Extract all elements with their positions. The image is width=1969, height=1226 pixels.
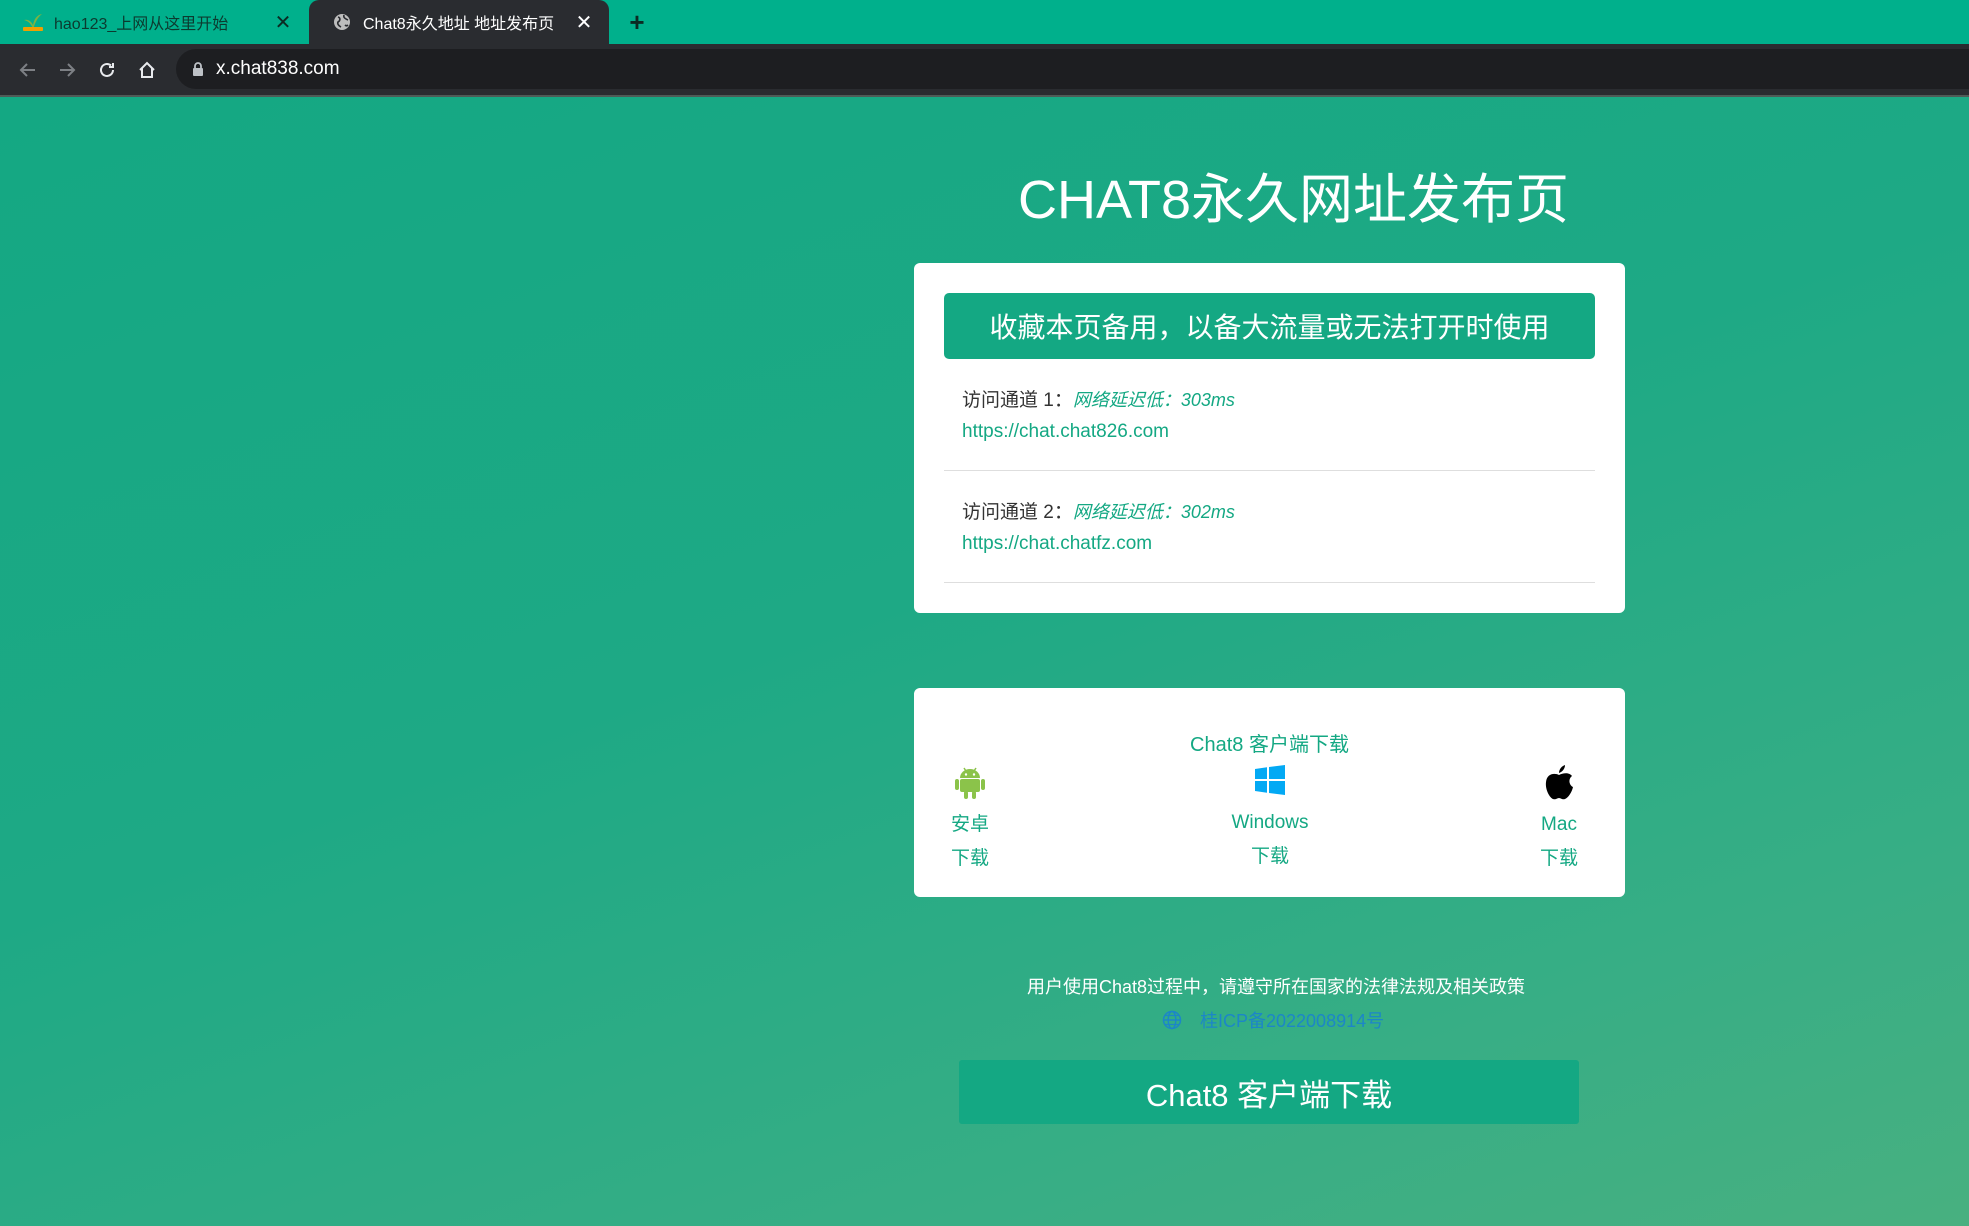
download-card: Chat8 客户端下载 安卓 下载 Windows 下载 Mac 下载 <box>914 688 1625 897</box>
channel-label: 访问通道 1： <box>962 390 1073 411</box>
bookmark-banner: 收藏本页备用，以备大流量或无法打开时使用 <box>944 293 1595 359</box>
reload-button[interactable] <box>91 54 123 86</box>
tab-title: Chat8永久地址 地址发布页 <box>363 16 555 33</box>
windows-download[interactable]: Windows 下载 <box>1224 762 1316 874</box>
address-bar[interactable]: x.chat838.com <box>176 49 1969 89</box>
browser-toolbar: x.chat838.com <box>0 44 1969 95</box>
new-tab-button[interactable]: + <box>622 7 652 37</box>
channel-label: 访问通道 2： <box>962 502 1073 523</box>
globe-favicon <box>331 11 353 33</box>
close-icon[interactable]: ✕ <box>270 9 296 35</box>
channel-item: 访问通道 1：网络延迟低：303ms https://chat.chat826.… <box>944 359 1595 471</box>
apple-icon <box>1544 764 1574 800</box>
globe-icon <box>1162 1010 1182 1030</box>
close-icon[interactable]: ✕ <box>571 9 597 35</box>
reload-icon <box>100 62 114 77</box>
home-icon <box>139 61 155 78</box>
arrow-right-icon <box>60 63 76 77</box>
client-download-button[interactable]: Chat8 客户端下载 <box>959 1060 1579 1124</box>
channel-latency: 网络延迟低：302ms <box>1072 502 1235 522</box>
icp-record-link[interactable]: 桂ICP备2022008914号 <box>1162 1007 1384 1033</box>
download-action: 下载 <box>950 848 989 869</box>
channel-link[interactable]: https://chat.chat826.com <box>962 421 1169 443</box>
channel-header: 访问通道 1：网络延迟低：303ms <box>962 385 1235 412</box>
download-action: 下载 <box>1539 848 1578 869</box>
page-title: CHAT8永久网址发布页 <box>1018 170 1570 230</box>
download-title: Chat8 客户端下载 <box>1190 734 1349 756</box>
home-button[interactable] <box>131 54 163 86</box>
url-text: x.chat838.com <box>216 58 340 79</box>
lock-icon[interactable] <box>192 62 204 76</box>
download-name: 安卓 <box>950 814 989 835</box>
channel-header: 访问通道 2：网络延迟低：302ms <box>962 497 1235 524</box>
channel-latency: 网络延迟低：303ms <box>1072 390 1235 410</box>
channel-link[interactable]: https://chat.chatfz.com <box>962 533 1152 555</box>
hao123-favicon <box>22 11 44 33</box>
android-icon <box>955 764 985 800</box>
tab-strip: hao123_上网从这里开始 ✕ Chat8永久地址 地址发布页 ✕ + <box>0 0 1969 44</box>
channels-card: 收藏本页备用，以备大流量或无法打开时使用 访问通道 1：网络延迟低：303ms … <box>914 263 1625 613</box>
tab-hao123[interactable]: hao123_上网从这里开始 ✕ <box>0 0 308 44</box>
tab-chat8[interactable]: Chat8永久地址 地址发布页 ✕ <box>309 0 609 44</box>
download-name: Mac <box>1541 814 1577 835</box>
forward-button[interactable] <box>51 54 83 86</box>
download-action: 下载 <box>1250 846 1289 867</box>
back-button[interactable] <box>12 54 44 86</box>
android-download[interactable]: 安卓 下载 <box>950 764 990 876</box>
windows-icon <box>1255 762 1285 798</box>
icp-text: 桂ICP备2022008914号 <box>1200 1011 1385 1031</box>
arrow-left-icon <box>19 63 35 77</box>
channel-item: 访问通道 2：网络延迟低：302ms https://chat.chatfz.c… <box>944 471 1595 583</box>
download-name: Windows <box>1231 812 1309 833</box>
mac-download[interactable]: Mac 下载 <box>1534 764 1584 876</box>
page-content: CHAT8永久网址发布页 收藏本页备用，以备大流量或无法打开时使用 访问通道 1… <box>0 97 1969 1226</box>
legal-notice: 用户使用Chat8过程中，请遵守所在国家的法律法规及相关政策 <box>1027 977 1526 997</box>
tab-title: hao123_上网从这里开始 <box>54 16 229 33</box>
